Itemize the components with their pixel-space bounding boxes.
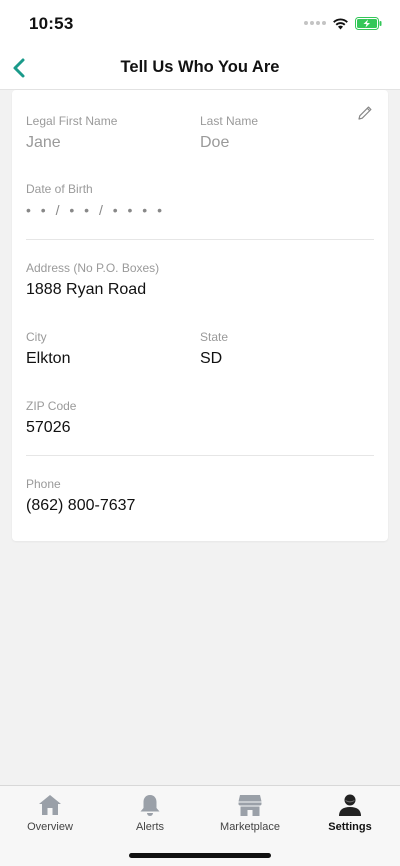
tab-overview-label: Overview: [27, 821, 73, 833]
status-icons: [304, 15, 382, 31]
phone-field[interactable]: Phone (862) 800-7637: [26, 477, 135, 515]
tab-alerts[interactable]: Alerts: [100, 786, 200, 840]
address-input[interactable]: 1888 Ryan Road: [26, 281, 159, 299]
city-input[interactable]: Elkton: [26, 350, 70, 368]
dob-input[interactable]: • • / • • / • • • •: [26, 202, 165, 218]
store-icon: [238, 795, 262, 816]
status-time: 10:53: [29, 14, 74, 33]
phone-input[interactable]: (862) 800-7637: [26, 497, 135, 515]
tab-marketplace-label: Marketplace: [220, 821, 280, 833]
first-name-input[interactable]: Jane: [26, 134, 117, 152]
dob-field[interactable]: Date of Birth • • / • • / • • • •: [26, 182, 165, 218]
divider: [26, 239, 374, 240]
zip-field[interactable]: ZIP Code 57026: [26, 399, 76, 437]
tab-settings[interactable]: Settings: [300, 786, 400, 840]
cellular-signal-icon: [304, 21, 326, 25]
address-field[interactable]: Address (No P.O. Boxes) 1888 Ryan Road: [26, 261, 159, 299]
city-field[interactable]: City Elkton: [26, 330, 70, 368]
zip-label: ZIP Code: [26, 399, 77, 413]
last-name-field[interactable]: Last Name Doe: [200, 114, 258, 152]
city-label: City: [26, 330, 47, 344]
first-name-label: Legal First Name: [26, 114, 118, 128]
last-name-input[interactable]: Doe: [200, 134, 258, 152]
tab-settings-label: Settings: [328, 821, 372, 833]
state-label: State: [200, 330, 229, 344]
tab-marketplace[interactable]: Marketplace: [200, 786, 300, 840]
status-bar: 10:53: [0, 0, 400, 46]
state-input[interactable]: SD: [200, 350, 228, 368]
battery-charging-icon: [355, 16, 382, 30]
dob-label: Date of Birth: [26, 182, 93, 196]
phone-label: Phone: [26, 477, 61, 491]
home-indicator: [129, 853, 271, 858]
nav-header: Tell Us Who You Are: [0, 46, 400, 90]
tab-alerts-label: Alerts: [135, 821, 165, 833]
first-name-field[interactable]: Legal First Name Jane: [26, 114, 117, 152]
zip-input[interactable]: 57026: [26, 419, 76, 437]
page-title: Tell Us Who You Are: [120, 58, 280, 76]
tab-overview[interactable]: Overview: [0, 786, 100, 840]
divider: [26, 455, 374, 456]
address-label: Address (No P.O. Boxes): [26, 261, 160, 275]
wifi-icon: [333, 17, 348, 29]
state-field[interactable]: State SD: [200, 330, 228, 368]
personal-info-card: Legal First Name Jane Last Name Doe Date…: [12, 90, 388, 541]
last-name-label: Last Name: [200, 114, 259, 128]
bell-icon: [140, 795, 160, 816]
user-icon: [339, 794, 361, 816]
home-icon: [39, 795, 61, 815]
edit-pencil-icon[interactable]: [356, 104, 374, 122]
